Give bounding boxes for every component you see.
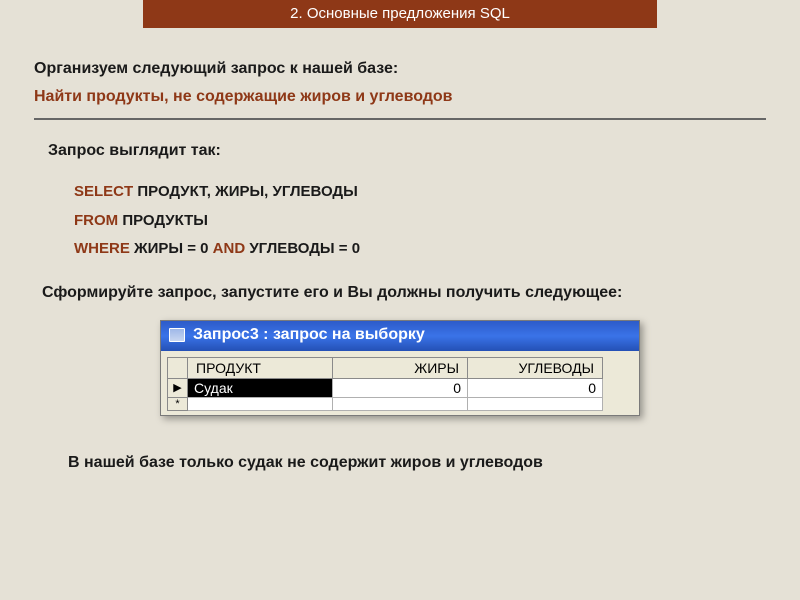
cell-fat[interactable]: 0 bbox=[333, 378, 468, 397]
sql-where-arg-1: ЖИРЫ = 0 bbox=[130, 240, 213, 257]
cell-product[interactable] bbox=[188, 397, 333, 410]
row-marker-current: ▶ bbox=[168, 378, 188, 397]
slide-header-text: 2. Основные предложения SQL bbox=[290, 5, 510, 22]
sql-where-line: WHERE ЖИРЫ = 0 AND УГЛЕВОДЫ = 0 bbox=[74, 235, 766, 264]
titlebar: Запрос3 : запрос на выборку bbox=[161, 321, 639, 351]
sql-from-args: ПРОДУКТЫ bbox=[118, 212, 208, 229]
result-table: ПРОДУКТ ЖИРЫ УГЛЕВОДЫ ▶ Судак 0 0 * bbox=[167, 357, 603, 411]
cell-carb[interactable] bbox=[468, 397, 603, 410]
sql-from-line: FROM ПРОДУКТЫ bbox=[74, 207, 766, 236]
sql-select-keyword: SELECT bbox=[74, 183, 133, 200]
table-row[interactable]: * bbox=[168, 397, 603, 410]
cell-fat[interactable] bbox=[333, 397, 468, 410]
intro-line-2: Найти продукты, не содержащие жиров и уг… bbox=[34, 88, 766, 106]
intro-line-1: Организуем следующий запрос к нашей базе… bbox=[34, 60, 766, 78]
sql-select-line: SELECT ПРОДУКТ, ЖИРЫ, УГЛЕВОДЫ bbox=[74, 178, 766, 207]
query-result-window: Запрос3 : запрос на выборку ПРОДУКТ ЖИРЫ… bbox=[160, 320, 640, 416]
window-icon bbox=[169, 328, 185, 342]
sql-and-keyword: AND bbox=[213, 240, 246, 257]
table-header-row: ПРОДУКТ ЖИРЫ УГЛЕВОДЫ bbox=[168, 357, 603, 378]
col-header-product: ПРОДУКТ bbox=[188, 357, 333, 378]
instruction-text: Сформируйте запрос, запустите его и Вы д… bbox=[42, 284, 766, 302]
window-title: Запрос3 : запрос на выборку bbox=[193, 326, 425, 344]
cell-product[interactable]: Судак bbox=[188, 378, 333, 397]
conclusion-text: В нашей базе только судак не содержит жи… bbox=[68, 454, 766, 472]
grid-area: ПРОДУКТ ЖИРЫ УГЛЕВОДЫ ▶ Судак 0 0 * bbox=[161, 351, 639, 415]
table-row[interactable]: ▶ Судак 0 0 bbox=[168, 378, 603, 397]
row-marker-new: * bbox=[168, 397, 188, 410]
sql-where-arg-2: УГЛЕВОДЫ = 0 bbox=[245, 240, 360, 257]
col-header-carb: УГЛЕВОДЫ bbox=[468, 357, 603, 378]
sql-block: SELECT ПРОДУКТ, ЖИРЫ, УГЛЕВОДЫ FROM ПРОД… bbox=[74, 178, 766, 264]
divider bbox=[34, 118, 766, 120]
row-header-blank bbox=[168, 357, 188, 378]
slide-header: 2. Основные предложения SQL bbox=[143, 0, 657, 28]
sql-from-keyword: FROM bbox=[74, 212, 118, 229]
col-header-fat: ЖИРЫ bbox=[333, 357, 468, 378]
sql-select-args: ПРОДУКТ, ЖИРЫ, УГЛЕВОДЫ bbox=[133, 183, 358, 200]
query-label: Запрос выглядит так: bbox=[48, 142, 766, 160]
cell-carb[interactable]: 0 bbox=[468, 378, 603, 397]
sql-where-keyword: WHERE bbox=[74, 240, 130, 257]
